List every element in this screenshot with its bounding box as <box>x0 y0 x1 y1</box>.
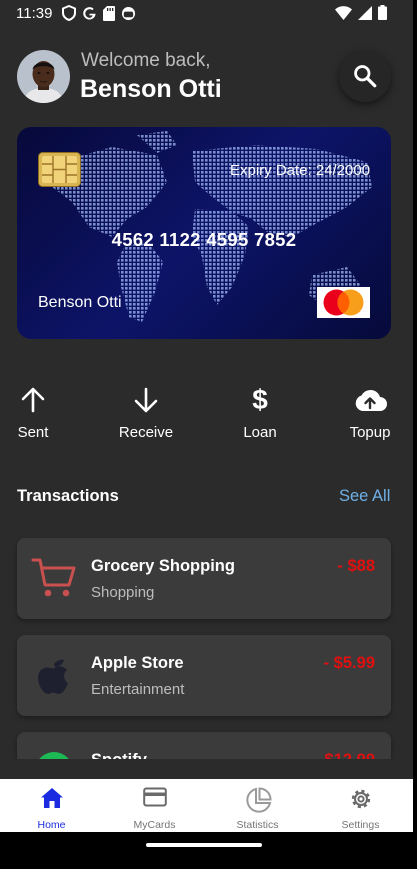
see-all-link[interactable]: See All <box>339 487 390 506</box>
transaction-category: Shopping <box>91 584 155 601</box>
transaction-name: Grocery Shopping <box>91 557 235 575</box>
credit-card[interactable]: Expiry Date: 24/2000 4562 1122 4595 7852… <box>17 127 391 339</box>
nav-statistics-label: Statistics <box>236 819 279 831</box>
transaction-list-clip: Spotify -$12.99 <box>0 722 413 759</box>
status-time: 11:39 <box>16 5 53 22</box>
arrow-up-icon <box>21 387 45 413</box>
transaction-amount: -$12.99 <box>319 751 375 759</box>
transaction-amount: - $88 <box>337 557 375 575</box>
signal-icon <box>358 5 372 20</box>
status-bar: 11:39 <box>0 0 413 28</box>
dollar-icon: $ <box>252 384 268 415</box>
search-button[interactable] <box>339 50 391 102</box>
transaction-category: Entertainment <box>91 681 185 698</box>
transaction-name: Spotify <box>91 751 147 759</box>
welcome-text: Welcome back, <box>81 50 211 71</box>
cart-icon <box>31 558 76 597</box>
spotify-icon <box>39 752 69 759</box>
action-receive-label: Receive <box>118 424 174 441</box>
gear-icon <box>351 789 370 809</box>
card-number: 4562 1122 4595 7852 <box>111 229 297 250</box>
transaction-item[interactable]: Grocery Shopping Shopping - $88 <box>17 538 391 619</box>
action-loan[interactable]: $ Loan <box>220 384 300 441</box>
card-expiry-date: Expiry Date: 24/2000 <box>230 162 371 179</box>
wifi-icon <box>335 5 352 20</box>
nav-mycards-label: MyCards <box>133 819 176 831</box>
action-topup[interactable]: Topup <box>330 385 410 441</box>
gesture-handle[interactable] <box>146 843 262 847</box>
card-chip-icon <box>38 152 81 187</box>
nav-home[interactable]: Home <box>0 779 103 832</box>
arrow-down-icon <box>134 387 158 413</box>
action-loan-label: Loan <box>243 424 277 441</box>
nav-settings-label: Settings <box>341 819 380 831</box>
app-screen: 11:39 Welcome back, Benson Otti Expiry D… <box>0 0 413 869</box>
google-icon <box>83 6 96 20</box>
cloud-upload-icon <box>355 389 387 411</box>
avatar[interactable] <box>17 50 70 103</box>
transactions-title: Transactions <box>17 487 119 505</box>
home-icon <box>40 788 63 808</box>
sd-card-icon <box>103 5 115 21</box>
action-topup-label: Topup <box>349 424 391 441</box>
status-left-icons <box>62 5 136 21</box>
search-icon <box>354 65 377 88</box>
transaction-name: Apple Store <box>91 654 184 672</box>
transaction-item[interactable]: Apple Store Entertainment - $5.99 <box>17 635 391 716</box>
status-right-icons <box>335 5 387 20</box>
gesture-area <box>0 832 413 869</box>
transaction-item[interactable]: Spotify -$12.99 <box>17 732 391 759</box>
action-receive[interactable]: Receive <box>106 385 186 441</box>
nav-home-label: Home <box>37 819 66 831</box>
battery-icon <box>378 5 387 20</box>
credit-card-icon <box>142 787 167 807</box>
mastercard-logo <box>317 287 370 318</box>
nav-statistics[interactable]: Statistics <box>206 779 309 832</box>
action-sent[interactable]: Sent <box>0 385 73 441</box>
mastercard-icon <box>323 289 364 316</box>
bottom-nav: Home MyCards Statistics Settings <box>0 779 413 832</box>
pie-chart-icon <box>245 787 272 813</box>
action-sent-label: Sent <box>17 424 49 441</box>
user-name: Benson Otti <box>80 75 222 103</box>
nav-mycards[interactable]: MyCards <box>103 779 206 832</box>
shield-icon <box>62 5 76 21</box>
transaction-amount: - $5.99 <box>323 654 375 672</box>
card-holder-name: Benson Otti <box>38 294 122 311</box>
nav-settings[interactable]: Settings <box>309 779 412 832</box>
screen-edge <box>413 0 417 869</box>
apple-icon <box>38 659 68 694</box>
notification-face-icon <box>121 6 136 20</box>
